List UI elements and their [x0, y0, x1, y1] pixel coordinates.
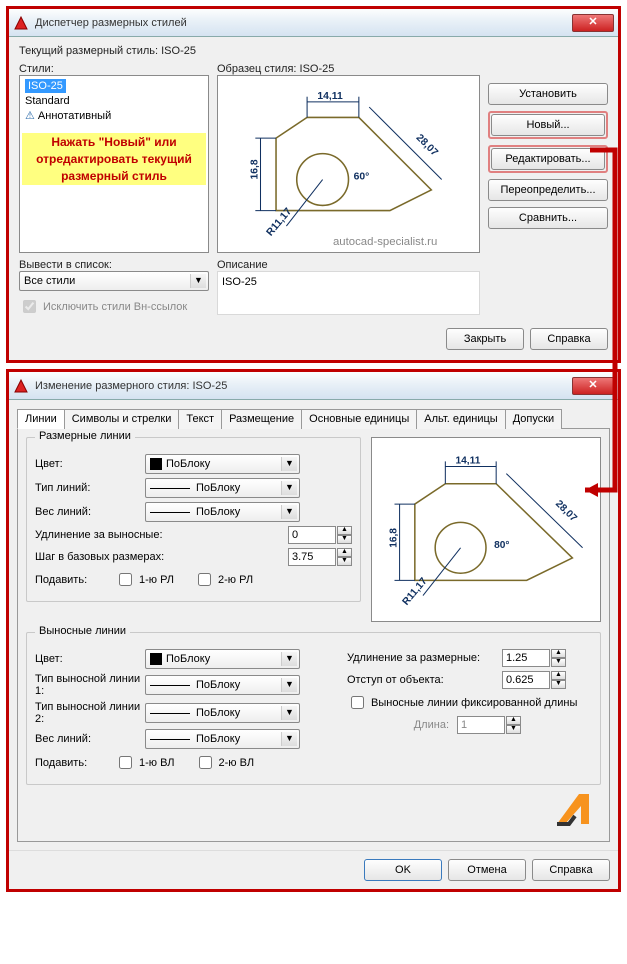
close-button-2[interactable]: ✕	[572, 377, 614, 395]
autocad-icon	[13, 15, 29, 31]
filter-combo[interactable]: Все стили▼	[19, 271, 209, 291]
styles-label: Стили:	[19, 63, 209, 75]
tab-primary[interactable]: Основные единицы	[301, 409, 417, 429]
logo-icon	[551, 784, 597, 833]
style-item-annotative[interactable]: ⚠ Аннотативный	[22, 108, 206, 123]
svg-text:16,8: 16,8	[389, 528, 400, 548]
desc-label: Описание	[217, 259, 480, 271]
tabs: Линии Символы и стрелки Текст Размещение…	[17, 408, 610, 429]
svg-text:60°: 60°	[354, 172, 370, 183]
hint-overlay: Нажать "Новый" или отредактировать текущ…	[22, 133, 206, 185]
compare-button[interactable]: Сравнить...	[488, 207, 608, 229]
dimlines-group: Размерные линии	[35, 430, 135, 442]
length-spinner[interactable]: ▲▼	[457, 716, 521, 734]
tab-text[interactable]: Текст	[178, 409, 222, 429]
sup-dl2-checkbox[interactable]: 2-ю РЛ	[194, 570, 253, 589]
close-dialog-button[interactable]: Закрыть	[446, 328, 524, 350]
set-current-button[interactable]: Установить	[488, 83, 608, 105]
style-item-iso25[interactable]: ISO-25	[25, 79, 66, 93]
styles-listbox[interactable]: ISO-25 Standard ⚠ Аннотативный Нажать "Н…	[19, 75, 209, 253]
tab-symbols[interactable]: Символы и стрелки	[64, 409, 180, 429]
extlines-group: Выносные линии	[35, 625, 130, 637]
cancel-button[interactable]: Отмена	[448, 859, 526, 881]
tab-tol[interactable]: Допуски	[505, 409, 562, 429]
ext-beyond-spinner[interactable]: ▲▼	[502, 649, 566, 667]
ext-lweight-combo[interactable]: ПоБлоку▼	[145, 729, 300, 749]
dimline-color-combo[interactable]: ПоБлоку▼	[145, 454, 300, 474]
ext-lt1-combo[interactable]: ПоБлоку▼	[145, 675, 300, 695]
svg-text:autocad-specialist.ru: autocad-specialist.ru	[333, 236, 437, 248]
ext-lt2-combo[interactable]: ПоБлоку▼	[145, 703, 300, 723]
dimline-lweight-combo[interactable]: ПоБлоку▼	[145, 502, 300, 522]
help-button[interactable]: Справка	[530, 328, 608, 350]
dimline-ltype-combo[interactable]: ПоБлоку▼	[145, 478, 300, 498]
svg-text:14,11: 14,11	[317, 91, 343, 102]
sup-dl1-checkbox[interactable]: 1-ю РЛ	[115, 570, 174, 589]
offset-spinner[interactable]: ▲▼	[502, 671, 566, 689]
modify-button[interactable]: Редактировать...	[491, 148, 605, 170]
ext-color-combo[interactable]: ПоБлоку▼	[145, 649, 300, 669]
chevron-down-icon: ▼	[190, 274, 206, 288]
close-button[interactable]: ✕	[572, 14, 614, 32]
style-preview: 14,11 16,8 28,07 60° R11,17 autocad-spec…	[217, 75, 480, 253]
extend-spinner[interactable]: ▲▼	[288, 526, 352, 544]
baseline-spinner[interactable]: ▲▼	[288, 548, 352, 566]
xref-label: Исключить стили Вн-ссылок	[43, 301, 187, 313]
preview-label: Образец стиля: ISO-25	[217, 63, 480, 75]
new-button[interactable]: Новый...	[491, 114, 605, 136]
svg-text:80°: 80°	[494, 540, 509, 551]
filter-label: Вывести в список:	[19, 259, 209, 271]
style-item-standard[interactable]: Standard	[22, 94, 206, 108]
current-style-label: Текущий размерный стиль: ISO-25	[19, 45, 608, 57]
dialog2-title: Изменение размерного стиля: ISO-25	[35, 380, 572, 392]
svg-text:28,07: 28,07	[553, 498, 579, 524]
tab-alt[interactable]: Альт. единицы	[416, 409, 505, 429]
sup-el2-checkbox[interactable]: 2-ю ВЛ	[195, 753, 255, 772]
fixed-len-checkbox[interactable]: Выносные линии фиксированной длины	[347, 693, 577, 712]
xref-checkbox	[23, 300, 36, 313]
tab-lines[interactable]: Линии	[17, 409, 65, 429]
help-button-2[interactable]: Справка	[532, 859, 610, 881]
dialog-title: Диспетчер размерных стилей	[35, 17, 572, 29]
override-button[interactable]: Переопределить...	[488, 179, 608, 201]
ok-button[interactable]: OK	[364, 859, 442, 881]
desc-box: ISO-25	[217, 271, 480, 315]
svg-text:14,11: 14,11	[456, 455, 481, 466]
svg-text:16,8: 16,8	[249, 159, 260, 179]
sup-el1-checkbox[interactable]: 1-ю ВЛ	[115, 753, 175, 772]
modify-preview: 14,11 16,8 28,07 80° R11,17	[371, 437, 601, 622]
tab-fit[interactable]: Размещение	[221, 409, 302, 429]
autocad-icon	[13, 378, 29, 394]
